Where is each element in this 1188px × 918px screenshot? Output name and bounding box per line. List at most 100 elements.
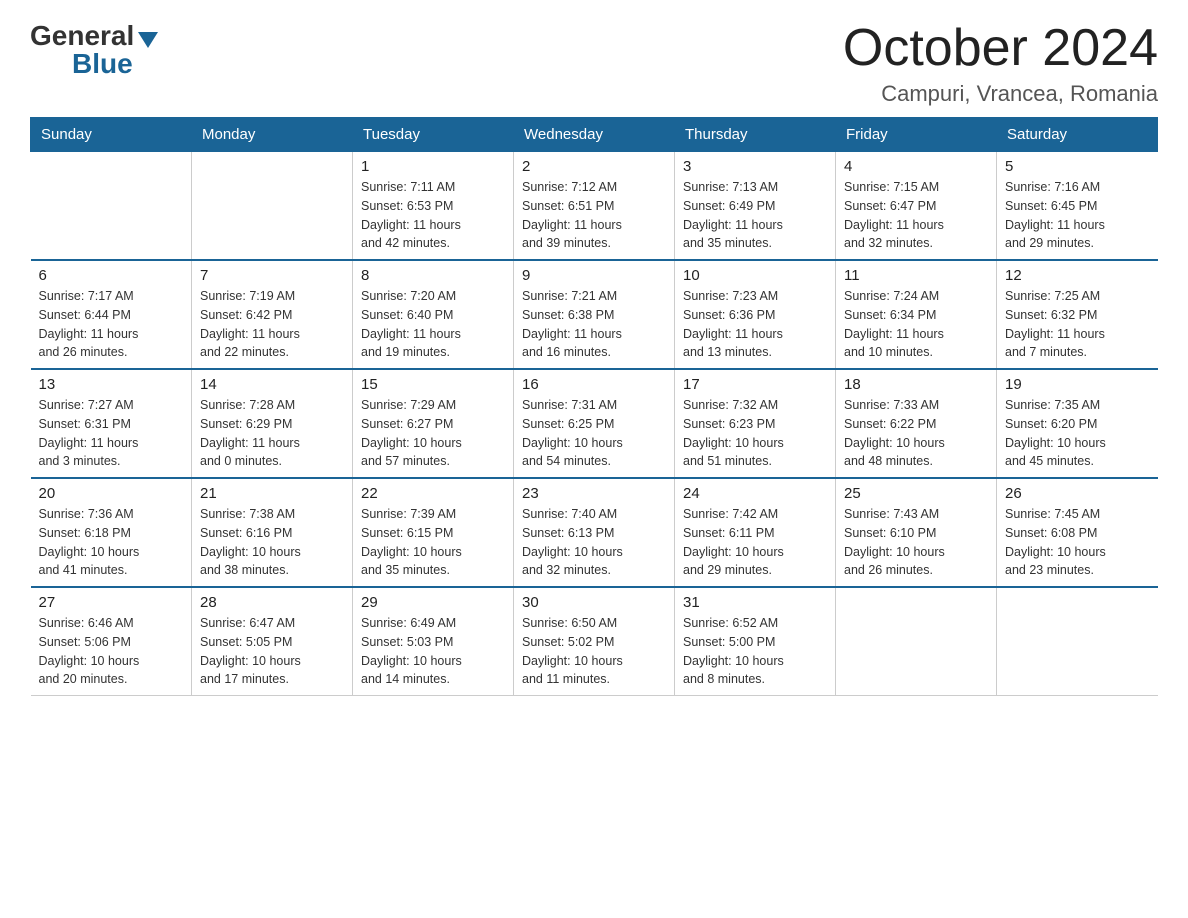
day-number: 15 — [361, 376, 505, 393]
day-info: Sunrise: 7:35 AM Sunset: 6:20 PM Dayligh… — [1005, 396, 1150, 471]
day-info: Sunrise: 7:39 AM Sunset: 6:15 PM Dayligh… — [361, 505, 505, 580]
day-info: Sunrise: 7:11 AM Sunset: 6:53 PM Dayligh… — [361, 178, 505, 253]
day-of-week-header: Monday — [192, 118, 353, 152]
calendar-day-cell: 23Sunrise: 7:40 AM Sunset: 6:13 PM Dayli… — [514, 478, 675, 587]
calendar-week-row: 6 Sunrise: 7:17 AM Sunset: 6:44 PM Daylig… — [31, 260, 1158, 369]
day-number: 12 — [1005, 267, 1150, 284]
day-number: 1 — [361, 158, 505, 175]
calendar-day-cell: 1 Sunrise: 7:11 AM Sunset: 6:53 PM Daylig… — [353, 152, 514, 261]
day-info: Sunrise: 7:32 AM Sunset: 6:23 PM Dayligh… — [683, 396, 827, 471]
calendar-day-cell: 17Sunrise: 7:32 AM Sunset: 6:23 PM Dayli… — [675, 369, 836, 478]
calendar-day-cell: 20 Sunrise: 7:36 AM Sunset: 6:18 PM Dayli… — [31, 478, 192, 587]
calendar-day-cell: 26 Sunrise: 7:45 AM Sunset: 6:08 PM Dayli… — [997, 478, 1158, 587]
day-number: 21 — [200, 485, 344, 502]
day-info: Sunrise: 7:31 AM Sunset: 6:25 PM Dayligh… — [522, 396, 666, 471]
day-number: 11 — [844, 267, 988, 284]
calendar-day-cell: 10 Sunrise: 7:23 AM Sunset: 6:36 PM Dayli… — [675, 260, 836, 369]
day-number: 30 — [522, 594, 666, 611]
calendar-day-cell: 24 Sunrise: 7:42 AM Sunset: 6:11 PM Dayli… — [675, 478, 836, 587]
day-info: Sunrise: 7:12 AM Sunset: 6:51 PM Dayligh… — [522, 178, 666, 253]
calendar-day-cell — [997, 587, 1158, 696]
calendar-day-cell: 5 Sunrise: 7:16 AM Sunset: 6:45 PM Daylig… — [997, 152, 1158, 261]
calendar-day-cell: 16 Sunrise: 7:31 AM Sunset: 6:25 PM Dayli… — [514, 369, 675, 478]
day-number: 31 — [683, 594, 827, 611]
day-info: Sunrise: 6:46 AM Sunset: 5:06 PM Dayligh… — [39, 614, 184, 689]
day-info: Sunrise: 6:49 AM Sunset: 5:03 PM Dayligh… — [361, 614, 505, 689]
day-info: Sunrise: 7:28 AM Sunset: 6:29 PM Dayligh… — [200, 396, 344, 471]
day-info: Sunrise: 7:21 AM Sunset: 6:38 PM Dayligh… — [522, 287, 666, 362]
calendar-table: SundayMondayTuesdayWednesdayThursdayFrid… — [30, 117, 1158, 696]
day-number: 9 — [522, 267, 666, 284]
day-info: Sunrise: 7:24 AM Sunset: 6:34 PM Dayligh… — [844, 287, 988, 362]
day-number: 5 — [1005, 158, 1150, 175]
calendar-day-cell: 6 Sunrise: 7:17 AM Sunset: 6:44 PM Daylig… — [31, 260, 192, 369]
day-number: 14 — [200, 376, 344, 393]
day-info: Sunrise: 7:13 AM Sunset: 6:49 PM Dayligh… — [683, 178, 827, 253]
month-title: October 2024 — [843, 20, 1158, 77]
day-info: Sunrise: 7:16 AM Sunset: 6:45 PM Dayligh… — [1005, 178, 1150, 253]
day-number: 19 — [1005, 376, 1150, 393]
day-info: Sunrise: 7:38 AM Sunset: 6:16 PM Dayligh… — [200, 505, 344, 580]
day-number: 18 — [844, 376, 988, 393]
day-number: 8 — [361, 267, 505, 284]
calendar-day-cell: 30Sunrise: 6:50 AM Sunset: 5:02 PM Dayli… — [514, 587, 675, 696]
day-info: Sunrise: 7:17 AM Sunset: 6:44 PM Dayligh… — [39, 287, 184, 362]
day-info: Sunrise: 6:52 AM Sunset: 5:00 PM Dayligh… — [683, 614, 827, 689]
day-number: 20 — [39, 485, 184, 502]
calendar-day-cell: 13 Sunrise: 7:27 AM Sunset: 6:31 PM Dayli… — [31, 369, 192, 478]
calendar-week-row: 27Sunrise: 6:46 AM Sunset: 5:06 PM Dayli… — [31, 587, 1158, 696]
calendar-day-cell: 18 Sunrise: 7:33 AM Sunset: 6:22 PM Dayli… — [836, 369, 997, 478]
day-number: 4 — [844, 158, 988, 175]
calendar-day-cell: 31 Sunrise: 6:52 AM Sunset: 5:00 PM Dayli… — [675, 587, 836, 696]
calendar-day-cell: 12 Sunrise: 7:25 AM Sunset: 6:32 PM Dayli… — [997, 260, 1158, 369]
day-number: 3 — [683, 158, 827, 175]
calendar-day-cell: 25 Sunrise: 7:43 AM Sunset: 6:10 PM Dayli… — [836, 478, 997, 587]
calendar-day-cell: 3 Sunrise: 7:13 AM Sunset: 6:49 PM Daylig… — [675, 152, 836, 261]
day-number: 26 — [1005, 485, 1150, 502]
day-info: Sunrise: 7:45 AM Sunset: 6:08 PM Dayligh… — [1005, 505, 1150, 580]
day-info: Sunrise: 7:36 AM Sunset: 6:18 PM Dayligh… — [39, 505, 184, 580]
location-text: Campuri, Vrancea, Romania — [843, 81, 1158, 107]
calendar-day-cell: 11 Sunrise: 7:24 AM Sunset: 6:34 PM Dayli… — [836, 260, 997, 369]
calendar-day-cell: 9 Sunrise: 7:21 AM Sunset: 6:38 PM Daylig… — [514, 260, 675, 369]
calendar-day-cell: 27Sunrise: 6:46 AM Sunset: 5:06 PM Dayli… — [31, 587, 192, 696]
day-of-week-header: Saturday — [997, 118, 1158, 152]
calendar-header-row: SundayMondayTuesdayWednesdayThursdayFrid… — [31, 118, 1158, 152]
calendar-day-cell: 2 Sunrise: 7:12 AM Sunset: 6:51 PM Daylig… — [514, 152, 675, 261]
day-number: 29 — [361, 594, 505, 611]
day-of-week-header: Friday — [836, 118, 997, 152]
day-number: 10 — [683, 267, 827, 284]
day-number: 6 — [39, 267, 184, 284]
calendar-day-cell — [192, 152, 353, 261]
calendar-week-row: 20 Sunrise: 7:36 AM Sunset: 6:18 PM Dayli… — [31, 478, 1158, 587]
day-number: 28 — [200, 594, 344, 611]
calendar-day-cell: 19 Sunrise: 7:35 AM Sunset: 6:20 PM Dayli… — [997, 369, 1158, 478]
day-number: 13 — [39, 376, 184, 393]
calendar-week-row: 1 Sunrise: 7:11 AM Sunset: 6:53 PM Daylig… — [31, 152, 1158, 261]
calendar-day-cell: 21 Sunrise: 7:38 AM Sunset: 6:16 PM Dayli… — [192, 478, 353, 587]
calendar-day-cell: 7Sunrise: 7:19 AM Sunset: 6:42 PM Daylig… — [192, 260, 353, 369]
calendar-day-cell: 28Sunrise: 6:47 AM Sunset: 5:05 PM Dayli… — [192, 587, 353, 696]
calendar-day-cell — [31, 152, 192, 261]
calendar-day-cell — [836, 587, 997, 696]
day-number: 23 — [522, 485, 666, 502]
day-info: Sunrise: 7:20 AM Sunset: 6:40 PM Dayligh… — [361, 287, 505, 362]
day-number: 16 — [522, 376, 666, 393]
day-of-week-header: Thursday — [675, 118, 836, 152]
day-info: Sunrise: 7:33 AM Sunset: 6:22 PM Dayligh… — [844, 396, 988, 471]
title-section: October 2024 Campuri, Vrancea, Romania — [843, 20, 1158, 107]
day-info: Sunrise: 7:43 AM Sunset: 6:10 PM Dayligh… — [844, 505, 988, 580]
calendar-day-cell: 22Sunrise: 7:39 AM Sunset: 6:15 PM Dayli… — [353, 478, 514, 587]
day-info: Sunrise: 7:42 AM Sunset: 6:11 PM Dayligh… — [683, 505, 827, 580]
day-info: Sunrise: 7:23 AM Sunset: 6:36 PM Dayligh… — [683, 287, 827, 362]
day-number: 25 — [844, 485, 988, 502]
logo: General Blue — [30, 20, 158, 80]
day-info: Sunrise: 7:25 AM Sunset: 6:32 PM Dayligh… — [1005, 287, 1150, 362]
day-info: Sunrise: 7:27 AM Sunset: 6:31 PM Dayligh… — [39, 396, 184, 471]
day-number: 2 — [522, 158, 666, 175]
calendar-day-cell: 29 Sunrise: 6:49 AM Sunset: 5:03 PM Dayli… — [353, 587, 514, 696]
day-of-week-header: Sunday — [31, 118, 192, 152]
page-header: General Blue October 2024 Campuri, Vranc… — [30, 20, 1158, 107]
logo-triangle-icon — [138, 32, 158, 48]
day-number: 24 — [683, 485, 827, 502]
